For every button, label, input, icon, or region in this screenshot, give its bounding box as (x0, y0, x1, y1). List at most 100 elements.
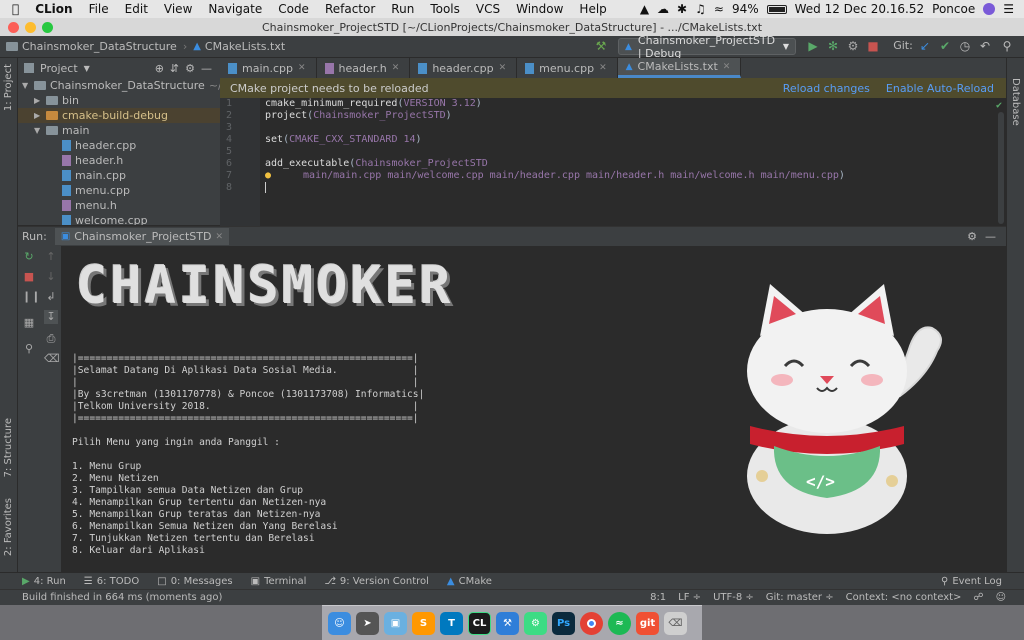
soft-wrap-icon[interactable]: ↲ (44, 290, 58, 304)
menu-file[interactable]: File (81, 2, 117, 16)
android-studio-icon[interactable]: ⚙ (524, 611, 547, 635)
close-icon[interactable]: ✕ (215, 232, 223, 242)
build-hammer-icon[interactable]: ⚒ (594, 39, 608, 53)
database-tool-tab[interactable]: Database (1010, 78, 1021, 126)
tab-todo[interactable]: ☰ 6: TODO (84, 576, 139, 587)
chevron-down-icon[interactable]: ▼ (34, 123, 42, 138)
trash-icon[interactable]: ⌫ (44, 352, 60, 366)
gear-icon[interactable]: ⚙ (967, 230, 977, 243)
hide-panel-icon[interactable]: — (985, 230, 1006, 243)
git-icon[interactable]: git (636, 611, 659, 635)
photoshop-icon[interactable]: Ps (552, 611, 575, 635)
stop-icon[interactable]: ■ (866, 39, 880, 53)
reload-changes-link[interactable]: Reload changes (783, 82, 870, 95)
run-icon[interactable]: ▶ (806, 39, 820, 53)
code-line-3[interactable] (265, 122, 1006, 134)
target-icon[interactable]: ⊕ (155, 62, 164, 75)
collapse-icon[interactable]: ⇵ (170, 62, 179, 75)
tree-item-welcome-cpp[interactable]: welcome.cpp (62, 213, 148, 225)
menu-navigate[interactable]: Navigate (200, 2, 270, 16)
tab-messages[interactable]: □ 0: Messages (157, 576, 232, 587)
git-branch-select[interactable]: Git: master ÷ (766, 592, 834, 603)
lock-icon[interactable]: ☍ (973, 592, 983, 603)
spotify-icon[interactable]: ≈ (608, 611, 631, 635)
search-icon[interactable]: ⚲ (1000, 39, 1014, 53)
tree-item-header-h[interactable]: header.h (62, 153, 123, 168)
pin-icon[interactable]: ⚲ (22, 342, 36, 356)
clion-icon[interactable]: CL (468, 611, 491, 635)
code-editor[interactable]: cmake_minimum_required(VERSION 3.12) pro… (260, 98, 1006, 226)
menu-app-name[interactable]: CLion (27, 2, 80, 16)
tab-run[interactable]: ▶ 4: Run (22, 576, 66, 587)
trello-icon[interactable]: T (440, 611, 463, 635)
tab-header-cpp[interactable]: header.cpp ✕ (410, 58, 518, 78)
rerun-icon[interactable]: ↻ (22, 250, 36, 264)
close-icon[interactable]: ✕ (599, 63, 607, 73)
code-line-1[interactable]: cmake_minimum_required(VERSION 3.12) (265, 98, 1006, 110)
apple-icon[interactable]:  (0, 2, 27, 16)
tree-item-header-cpp[interactable]: header.cpp (62, 138, 136, 153)
code-line-2[interactable]: project(Chainsmoker_ProjectSTD) (265, 110, 1006, 122)
bluetooth-icon[interactable]: ✱ (677, 2, 687, 16)
menu-window[interactable]: Window (508, 2, 571, 16)
line-separator-select[interactable]: LF ÷ (678, 592, 701, 603)
finder-icon[interactable]: ☺ (328, 611, 351, 635)
run-tab[interactable]: ▣ Chainsmoker_ProjectSTD ✕ (54, 228, 229, 245)
gear-icon[interactable]: ⚙ (185, 62, 195, 75)
git-update-icon[interactable]: ↙ (918, 39, 932, 53)
favorites-tool-tab[interactable]: 2: Favorites (3, 498, 14, 556)
tree-item-cmake-build-debug[interactable]: ▶ cmake-build-debug (18, 108, 220, 123)
tree-item-menu-h[interactable]: menu.h (62, 198, 117, 213)
hide-panel-icon[interactable]: — (201, 62, 220, 75)
breadcrumb-file[interactable]: ▲ CMakeLists.txt (187, 40, 291, 53)
tab-header-h[interactable]: header.h ✕ (317, 58, 411, 78)
menu-view[interactable]: View (156, 2, 200, 16)
chevron-down-icon[interactable]: ▼ (22, 78, 30, 93)
structure-tool-tab[interactable]: 7: Structure (3, 418, 14, 477)
status-message[interactable]: Build finished in 664 ms (moments ago) (22, 592, 222, 603)
tab-menu-cpp[interactable]: menu.cpp ✕ (517, 58, 618, 78)
chevron-right-icon[interactable]: ▶ (34, 108, 42, 123)
chevron-right-icon[interactable]: ▶ (34, 93, 42, 108)
editor-scrollbar[interactable] (998, 112, 1004, 224)
cloud-icon[interactable]: ☁ (657, 2, 669, 16)
code-line-8[interactable] (265, 182, 1006, 194)
encoding-select[interactable]: UTF-8 ÷ (713, 592, 754, 603)
layout-icon[interactable]: ▦ (22, 316, 36, 330)
battery-percent[interactable]: 94% (732, 2, 759, 16)
battery-icon[interactable] (766, 4, 787, 14)
tab-main-cpp[interactable]: main.cpp ✕ (220, 58, 317, 78)
tree-root[interactable]: ▼ Chainsmoker_DataStructure ~/CLi (22, 78, 220, 93)
tree-item-bin[interactable]: ▶ bin (34, 93, 79, 108)
virtualbox-icon[interactable]: ▣ (384, 611, 407, 635)
chrome-icon[interactable] (580, 611, 603, 635)
code-line-7[interactable]: ● main/main.cpp main/welcome.cpp main/hea… (265, 170, 1006, 182)
revert-icon[interactable]: ↶ (978, 39, 992, 53)
history-icon[interactable]: ◷ (958, 39, 972, 53)
siri-icon[interactable] (983, 3, 996, 15)
xcode-icon[interactable]: ⚒ (496, 611, 519, 635)
tab-cmakelists[interactable]: ▲ CMakeLists.txt ✕ (617, 58, 742, 78)
menu-code[interactable]: Code (270, 2, 317, 16)
menu-tools[interactable]: Tools (422, 2, 468, 16)
menu-vcs[interactable]: VCS (468, 2, 508, 16)
pause-icon[interactable]: ❙❙ (22, 290, 40, 304)
breadcrumb-project[interactable]: Chainsmoker_DataStructure (0, 40, 183, 53)
project-tool-tab[interactable]: 1: Project (3, 64, 14, 111)
clock-text[interactable]: Wed 12 Dec 20.16.52 (795, 2, 925, 16)
tree-item-menu-cpp[interactable]: menu.cpp (62, 183, 130, 198)
notification-center-icon[interactable]: ☰ (1003, 2, 1014, 16)
arrow-down-icon[interactable]: ↓ (44, 270, 58, 284)
stop-icon[interactable]: ■ (22, 270, 36, 284)
tree-item-main[interactable]: ▼ main (34, 123, 89, 138)
code-line-6[interactable]: add_executable(Chainsmoker_ProjectSTD (265, 158, 1006, 170)
enable-auto-reload-link[interactable]: Enable Auto-Reload (886, 82, 994, 95)
menu-edit[interactable]: Edit (117, 2, 156, 16)
close-icon[interactable]: ✕ (499, 63, 507, 73)
print-icon[interactable]: ⎙ (44, 332, 58, 346)
code-line-5[interactable] (265, 146, 1006, 158)
wifi-icon[interactable]: ≈ (714, 2, 724, 16)
scroll-to-end-icon[interactable]: ↧ (44, 310, 58, 324)
git-commit-icon[interactable]: ✔ (938, 39, 952, 53)
menu-run[interactable]: Run (383, 2, 422, 16)
